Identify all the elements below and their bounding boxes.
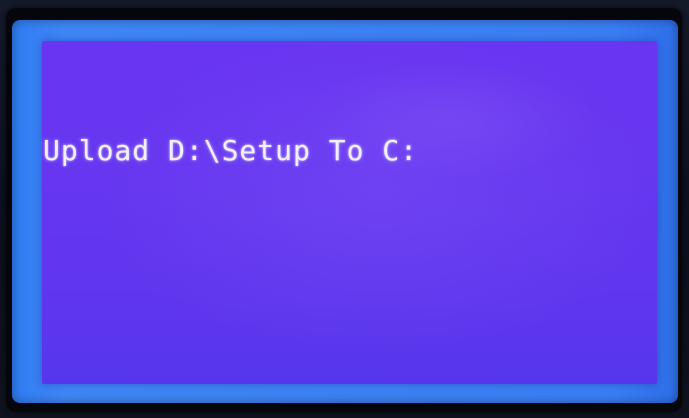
lcd-photo: Upload D:\Setup To C: [0, 0, 689, 418]
lcd-screen [42, 41, 657, 384]
lcd-message: Upload D:\Setup To C: [43, 134, 419, 167]
